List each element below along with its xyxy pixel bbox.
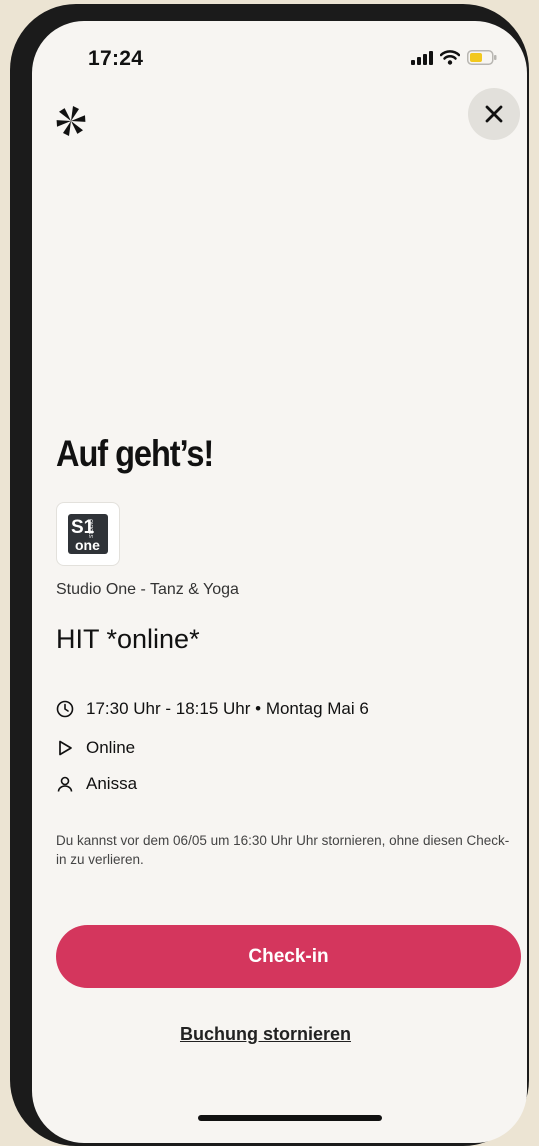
class-time-text: 17:30 Uhr - 18:15 Uhr • Montag Mai 6 (86, 699, 369, 718)
studio-logo-word: one (75, 537, 100, 553)
status-bar-time: 17:24 (88, 47, 144, 70)
wifi-icon (440, 50, 460, 65)
instructor-name: Anissa (86, 774, 138, 793)
pinwheel-logo-icon (56, 106, 86, 136)
status-bar-icons (411, 50, 497, 65)
class-title: HIT *online* (56, 624, 200, 654)
close-icon (485, 105, 503, 123)
phone-frame: 17:24 Auf geht’s! S1 STUDIO one Studio O… (10, 4, 529, 1146)
studio-logo-small: STUDIO (89, 519, 95, 538)
home-indicator[interactable] (198, 1115, 382, 1121)
page-title: Auf geht’s! (56, 433, 214, 474)
checkin-button[interactable]: Check-in (56, 925, 521, 988)
studio-one-logo: S1 STUDIO one (68, 514, 108, 554)
battery-icon (467, 50, 497, 65)
class-time-row: 17:30 Uhr - 18:15 Uhr • Montag Mai 6 (56, 699, 369, 719)
person-icon (57, 776, 73, 792)
class-location-row: Online (56, 738, 135, 758)
cancellation-note: Du kannst vor dem 06/05 um 16:30 Uhr Uhr… (56, 833, 510, 867)
class-location-text: Online (86, 738, 136, 757)
studio-logo[interactable]: S1 STUDIO one (56, 502, 120, 566)
app-screen: 17:24 Auf geht’s! S1 STUDIO one Studio O… (32, 21, 527, 1143)
cancel-booking-link[interactable]: Buchung stornieren (32, 1024, 499, 1045)
instructor-row: Anissa (56, 774, 137, 794)
studio-name[interactable]: Studio One - Tanz & Yoga (56, 581, 239, 599)
clock-icon (56, 700, 74, 718)
signal-bars-icon (411, 50, 433, 65)
play-icon (59, 740, 72, 756)
close-button[interactable] (468, 88, 520, 140)
